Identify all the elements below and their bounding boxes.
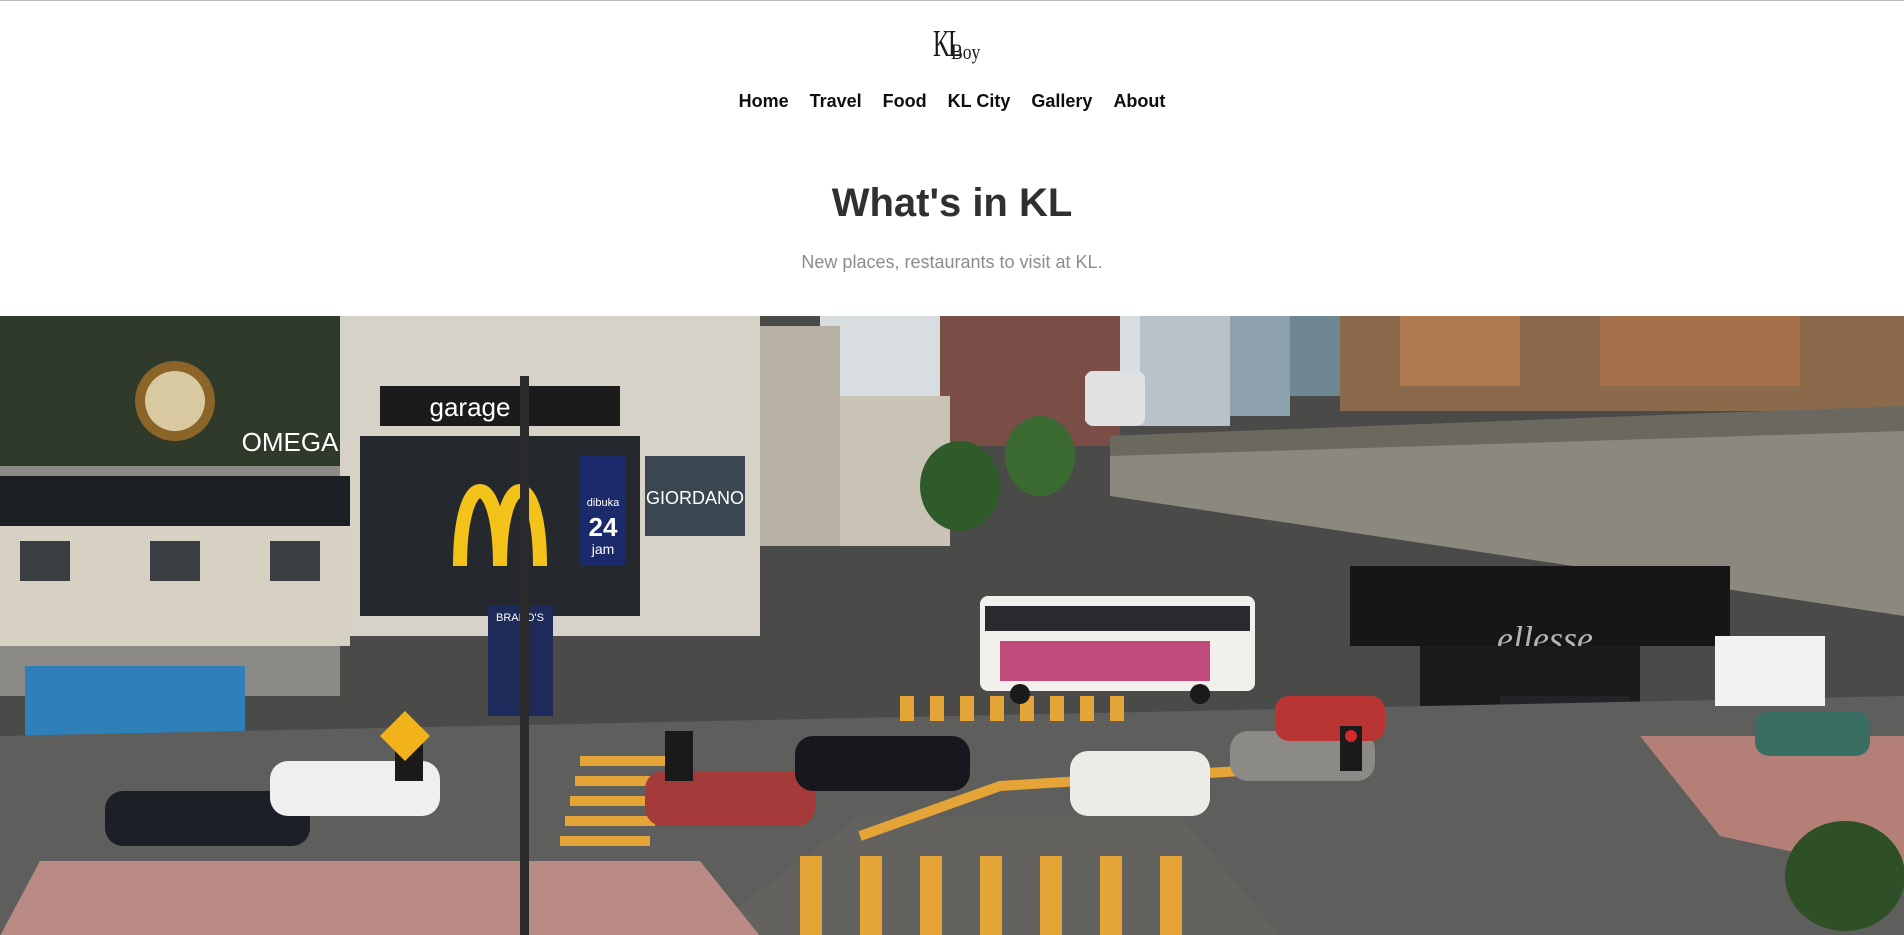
main-nav: Home Travel Food KL City Gallery About [0,91,1904,112]
nav-gallery[interactable]: Gallery [1031,91,1092,111]
nav-food[interactable]: Food [883,91,927,111]
page-subtitle: New places, restaurants to visit at KL. [801,252,1103,272]
page: KLBoy Home Travel Food KL City Gallery A… [0,0,1904,935]
site-header: KLBoy Home Travel Food KL City Gallery A… [0,1,1904,316]
mcd-dibuka-text: dibuka [587,497,620,509]
nav-about[interactable]: About [1113,91,1165,111]
mcd-24-text: 24 [589,512,618,542]
site-logo[interactable]: KLBoy [0,25,1904,63]
logo-boy-text: Boy [950,39,981,64]
omega-sign-text: OMEGA [242,427,339,457]
nav-home[interactable]: Home [739,91,789,111]
nav-kl-city[interactable]: KL City [948,91,1011,111]
hero-photo: OMEGA garage dibuka 24 jam GIORDANO BRAN… [0,316,1904,935]
giordano-sign-text: GIORDANO [646,488,744,508]
garage-sign-text: garage [430,392,511,422]
street-scene-illustration: OMEGA garage dibuka 24 jam GIORDANO BRAN… [0,316,1904,935]
nav-travel[interactable]: Travel [810,91,862,111]
page-title: What's in KL [831,181,1073,225]
mcd-jam-text: jam [591,541,615,557]
